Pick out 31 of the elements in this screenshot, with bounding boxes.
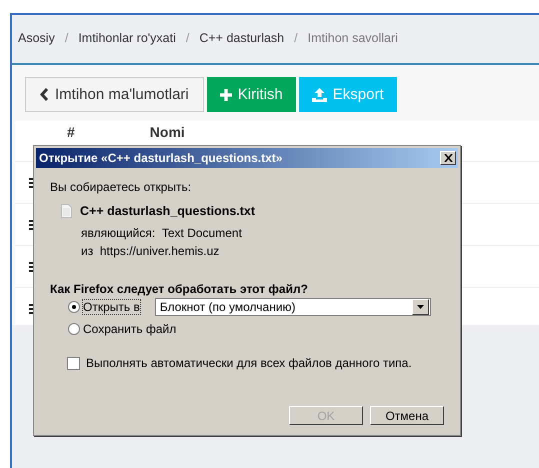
plus-icon xyxy=(220,88,232,100)
checkbox-label[interactable]: Выполнять автоматически для всех файлов данного типа. xyxy=(86,356,412,370)
breadcrumb-link[interactable]: Imtihonlar ro'yxati xyxy=(78,31,176,45)
file-name: C++ dasturlash_questions.txt xyxy=(80,204,256,218)
dialog-title: Открытие «C++ dasturlash_questions.txt» xyxy=(39,151,282,165)
breadcrumb-separator: / xyxy=(186,31,190,45)
breadcrumb-link[interactable]: C++ dasturlash xyxy=(199,31,284,45)
column-header: Nomi xyxy=(150,123,185,142)
breadcrumb-current: Imtihon savollari xyxy=(308,31,398,45)
upload-icon xyxy=(312,88,327,102)
file-type: являющийся: Text Document xyxy=(81,225,243,242)
breadcrumb-separator: / xyxy=(64,31,68,45)
close-icon xyxy=(444,154,452,162)
radio-button[interactable] xyxy=(68,323,80,335)
question-text: Как Firefox следует обработать этот файл? xyxy=(50,282,309,296)
radio-button[interactable] xyxy=(68,301,80,313)
app-dropdown[interactable]: Блокнот (по умолчанию) xyxy=(154,298,431,316)
radio-label[interactable]: Открыть в xyxy=(83,300,140,314)
dropdown-arrow-icon xyxy=(416,305,424,309)
cancel-button[interactable]: Отмена xyxy=(370,406,444,425)
dialog-message: Вы собираетесь открыть: xyxy=(50,180,192,194)
breadcrumb-separator: / xyxy=(294,31,298,45)
document-icon xyxy=(61,204,72,218)
checkbox[interactable] xyxy=(67,356,80,370)
back-button[interactable]: Imtihon ma'lumotlari xyxy=(25,77,204,112)
chevron-left-icon xyxy=(40,88,49,101)
column-header: # xyxy=(67,123,75,142)
radio-label[interactable]: Сохранить файл xyxy=(83,322,176,336)
file-source: из https://univer.hemis.uz xyxy=(81,243,220,260)
breadcrumb-link[interactable]: Asosiy xyxy=(18,31,55,45)
close-button[interactable] xyxy=(440,151,456,165)
